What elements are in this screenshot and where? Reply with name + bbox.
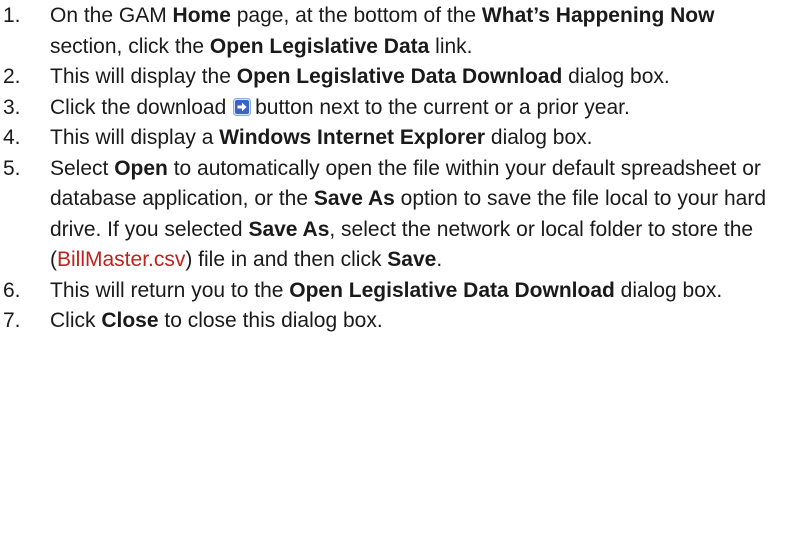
step-4: 4. This will display a Windows Internet …: [0, 123, 796, 154]
filename-text: BillMaster.csv: [57, 248, 186, 271]
step-text: This will return you to the Open Legisla…: [50, 278, 723, 302]
step-number: 2.: [3, 65, 21, 88]
step-7: 7. Click Close to close this dialog box.: [0, 306, 796, 337]
step-number: 1.: [3, 4, 21, 27]
step-text: Select Open to automatically open the fi…: [50, 156, 767, 272]
step-number: 7.: [3, 309, 21, 332]
step-number: 3.: [3, 95, 21, 119]
step-3: 3. Click the download button next to the…: [0, 93, 796, 124]
step-number: 6.: [3, 278, 21, 302]
step-text: On the GAM Home page, at the bottom of t…: [50, 4, 715, 58]
steps-list: 1. On the GAM Home page, at the bottom o…: [0, 1, 796, 337]
step-text: Click Close to close this dialog box.: [50, 309, 383, 332]
right-arrow-download-icon: [233, 95, 252, 116]
step-1: 1. On the GAM Home page, at the bottom o…: [0, 1, 796, 62]
step-text: This will display a Windows Internet Exp…: [50, 126, 593, 149]
instructions-document: 1. On the GAM Home page, at the bottom o…: [0, 0, 796, 535]
step-number: 5.: [3, 156, 21, 180]
step-text: Click the download button next to the cu…: [50, 95, 630, 119]
step-2: 2. This will display the Open Legislativ…: [0, 62, 796, 93]
step-number: 4.: [3, 126, 21, 149]
step-text: This will display the Open Legislative D…: [50, 65, 670, 88]
step-6: 6. This will return you to the Open Legi…: [0, 276, 796, 307]
step-5: 5. Select Open to automatically open the…: [0, 154, 796, 276]
